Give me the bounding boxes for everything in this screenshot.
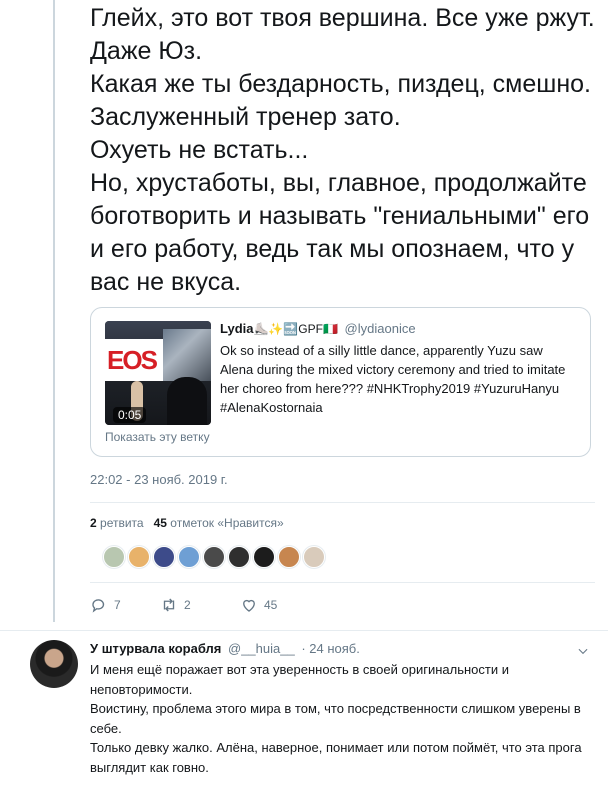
show-thread-link[interactable]: Показать эту ветку — [105, 430, 210, 444]
retweets-label: ретвита — [100, 516, 144, 530]
tweet-text-line: Глейх, это вот твоя вершина. Все уже ржу… — [90, 4, 595, 65]
retweet-icon — [163, 598, 175, 612]
like-button[interactable]: 45 — [240, 596, 277, 614]
retweet-button[interactable]: 2 — [160, 596, 240, 614]
thumbnail-person — [167, 377, 207, 425]
likes-count: 45 — [153, 516, 167, 530]
quoted-author-handle[interactable]: @lydiaonice — [345, 321, 416, 336]
tweet-text-line: Какая же ты бездарность, пиздец, смешно.… — [90, 70, 591, 131]
divider — [90, 502, 595, 503]
retweets-stat[interactable]: 2 ретвита — [90, 516, 144, 530]
reply-icon — [92, 599, 105, 613]
heart-icon — [243, 599, 255, 612]
retweets-count: 2 — [90, 516, 97, 530]
divider — [90, 582, 595, 583]
video-thumbnail[interactable]: EOS 0:05 — [105, 321, 211, 425]
liker-avatar[interactable] — [253, 546, 275, 568]
reply-button[interactable]: 7 — [90, 596, 160, 614]
like-count: 45 — [264, 598, 278, 612]
likes-label: отметок «Нравится» — [170, 516, 284, 530]
liker-avatars — [103, 546, 325, 568]
reply-header: У штурвала корабля @__huia__ · 24 нояб. — [90, 641, 360, 656]
liker-avatar[interactable] — [203, 546, 225, 568]
liker-avatar[interactable] — [103, 546, 125, 568]
thumbnail-sponsor-logo: EOS — [107, 345, 158, 375]
reply-date[interactable]: · 24 нояб. — [301, 641, 360, 656]
quoted-tweet-body: Ok so instead of a silly little dance, a… — [220, 343, 566, 415]
tweet-text: Глейх, это вот твоя вершина. Все уже ржу… — [90, 2, 595, 299]
tweet-text-line: Охуеть не встать... — [90, 136, 309, 164]
reply-menu-button[interactable] — [576, 644, 590, 658]
thread-connector-line — [53, 0, 55, 622]
quoted-author-emoji: ⛸️✨🔜GPF🇮🇹 — [253, 322, 338, 336]
retweet-count: 2 — [184, 598, 191, 612]
tweet-timestamp[interactable]: 22:02 - 23 нояб. 2019 г. — [90, 472, 228, 487]
reply-paragraph: И меня ещё поражает вот эта уверенность … — [90, 662, 509, 697]
divider — [0, 630, 608, 631]
reply-author-handle[interactable]: @__huia__ — [228, 641, 295, 656]
reply-count: 7 — [114, 598, 121, 612]
quoted-tweet-header: Lydia⛸️✨🔜GPF🇮🇹 @lydiaonice — [220, 321, 416, 336]
chevron-down-icon — [578, 648, 588, 655]
tweet-actions: 7 2 45 — [90, 596, 277, 614]
quoted-author-name[interactable]: Lydia — [220, 321, 253, 336]
reply-body: И меня ещё поражает вот эта уверенность … — [90, 660, 595, 777]
reply-paragraph: Только девку жалко. Алёна, наверное, пон… — [90, 740, 582, 775]
liker-avatar[interactable] — [178, 546, 200, 568]
likes-stat[interactable]: 45 отметок «Нравится» — [154, 516, 284, 530]
reply-author-avatar[interactable] — [30, 640, 78, 688]
liker-avatar[interactable] — [228, 546, 250, 568]
reply-paragraph: Воистину, проблема этого мира в том, что… — [90, 701, 581, 736]
quoted-tweet-card[interactable]: EOS 0:05 Lydia⛸️✨🔜GPF🇮🇹 @lydiaonice Ok s… — [90, 307, 591, 457]
liker-avatar[interactable] — [278, 546, 300, 568]
liker-avatar[interactable] — [303, 546, 325, 568]
reply-author-name[interactable]: У штурвала корабля — [90, 641, 221, 656]
liker-avatar[interactable] — [153, 546, 175, 568]
video-duration-badge: 0:05 — [113, 407, 147, 423]
tweet-stats: 2 ретвита 45 отметок «Нравится» — [90, 516, 284, 530]
tweet-text-line: Но, хрустаботы, вы, главное, продолжайте… — [90, 169, 590, 296]
liker-avatar[interactable] — [128, 546, 150, 568]
thumbnail-crowd — [163, 329, 211, 381]
